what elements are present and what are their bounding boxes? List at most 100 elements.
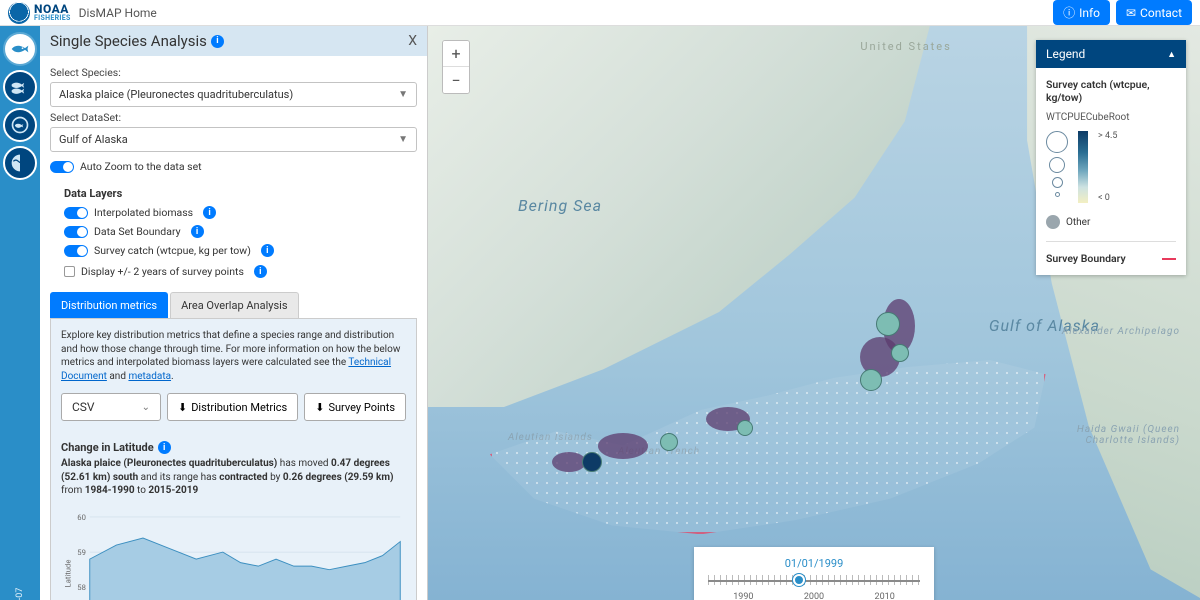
legend: Legend ▲ Survey catch (wtcpue, kg/tow) W… <box>1036 40 1186 275</box>
chevron-down-icon: ▼ <box>398 89 408 100</box>
layer-survey-label: Survey catch (wtcpue, kg per tow) <box>94 244 251 257</box>
layer-interpolated-toggle[interactable] <box>64 207 88 219</box>
chart-description: Alaska plaice (Pleuronectes quadrituberc… <box>61 457 406 498</box>
tabs: Distribution metrics Area Overlap Analys… <box>50 292 417 319</box>
legend-subtitle: Survey catch (wtcpue, kg/tow) <box>1046 78 1176 104</box>
legend-field: WTCPUECubeRoot <box>1046 112 1176 123</box>
zoom-out-button[interactable]: − <box>443 67 469 93</box>
species-select[interactable]: Alaska plaice (Pleuronectes quadrituberc… <box>50 82 417 107</box>
dataset-label: Select DataSet: <box>50 111 417 124</box>
time-slider: 01/01/1999 1990 2000 2010 01/01/1984 ◁ ▷… <box>694 547 934 600</box>
rail-community[interactable] <box>3 108 37 142</box>
catch-bubble <box>891 344 909 362</box>
info-icon[interactable]: i <box>158 441 171 454</box>
triangle-up-icon: ▲ <box>1167 49 1176 60</box>
tab-distribution-metrics[interactable]: Distribution metrics <box>50 292 168 318</box>
dataset-select[interactable]: Gulf of Alaska ▼ <box>50 127 417 152</box>
metadata-link[interactable]: metadata <box>128 371 171 382</box>
info-circle-icon: ⓘ <box>1063 4 1075 21</box>
info-icon[interactable]: i <box>211 35 224 48</box>
panel-close-button[interactable]: X <box>408 33 417 49</box>
svg-text:60: 60 <box>77 512 86 521</box>
time-tick: 2010 <box>875 592 895 600</box>
map-landmass <box>428 26 930 407</box>
catch-bubble <box>737 420 753 436</box>
legend-ramp-hi: > 4.5 <box>1098 131 1117 141</box>
legend-boundary-swatch <box>1162 258 1176 260</box>
species-label: Select Species: <box>50 66 417 79</box>
globe-fish-icon <box>10 115 30 135</box>
legend-bubble-med <box>1049 157 1065 173</box>
legend-header[interactable]: Legend ▲ <box>1036 40 1186 68</box>
info-button[interactable]: ⓘInfo <box>1053 0 1110 25</box>
envelope-icon: ✉ <box>1126 6 1136 20</box>
panel-header: Single Species Analysis i X <box>40 26 427 56</box>
layer-boundary-toggle[interactable] <box>64 226 88 238</box>
autozoom-toggle[interactable] <box>50 161 74 173</box>
display-pm-label: Display +/- 2 years of survey points <box>81 265 244 278</box>
svg-text:58: 58 <box>77 583 86 592</box>
biomass-blob <box>598 433 648 459</box>
info-icon[interactable]: i <box>254 265 267 278</box>
contact-button[interactable]: ✉Contact <box>1116 0 1192 25</box>
svg-text:Latitude: Latitude <box>64 559 73 587</box>
rail-trends[interactable] <box>3 146 37 180</box>
species-value: Alaska plaice (Pleuronectes quadrituberc… <box>59 88 293 101</box>
download-distribution-button[interactable]: ⬇Distribution Metrics <box>167 393 298 421</box>
side-panel: Single Species Analysis i X Select Speci… <box>40 26 428 600</box>
svg-text:59: 59 <box>77 547 86 556</box>
download-survey-button[interactable]: ⬇Survey Points <box>304 393 406 421</box>
panel-title: Single Species Analysis <box>50 32 207 50</box>
brand-bottom: FISHERIES <box>34 15 71 21</box>
survey-boundary-overlay <box>490 356 1046 534</box>
legend-color-ramp <box>1078 131 1088 203</box>
rail-multi-species[interactable] <box>3 70 37 104</box>
wave-half-icon <box>10 153 30 173</box>
chevron-down-icon: ⌄ <box>142 402 150 413</box>
catch-bubble <box>876 312 900 336</box>
layer-interpolated-label: Interpolated biomass <box>94 206 193 219</box>
metrics-blurb: Explore key distribution metrics that de… <box>61 329 406 383</box>
top-bar: NOAA FISHERIES DisMAP Home ⓘInfo ✉Contac… <box>0 0 1200 26</box>
time-track[interactable] <box>708 574 920 586</box>
legend-other-swatch <box>1046 215 1060 229</box>
rail-single-species[interactable] <box>3 32 37 66</box>
map[interactable]: United States Bering Sea Gulf of Alaska … <box>428 26 1200 600</box>
autozoom-label: Auto Zoom to the data set <box>80 160 202 173</box>
data-modified-label: Data last modified: 2022-03-07 <box>15 587 25 600</box>
analysis-rail: Data last modified: 2022-03-07 <box>0 26 40 600</box>
fish-icon <box>10 39 30 59</box>
download-icon: ⬇ <box>178 401 187 414</box>
noaa-logo-icon <box>8 2 30 24</box>
legend-boundary: Survey Boundary <box>1046 241 1176 265</box>
info-icon[interactable]: i <box>203 206 216 219</box>
info-icon[interactable]: i <box>261 244 274 257</box>
latitude-chart[interactable]: 57585960Latitude 1999 <box>61 506 406 600</box>
time-current-date: 01/01/1999 <box>708 557 920 570</box>
download-icon: ⬇ <box>315 401 324 414</box>
legend-bubble-tiny <box>1055 192 1060 197</box>
download-format-select[interactable]: CSV ⌄ <box>61 393 161 421</box>
time-thumb[interactable] <box>793 574 805 586</box>
home-link[interactable]: DisMAP Home <box>79 6 157 20</box>
time-tick: 2000 <box>804 592 824 600</box>
biomass-blob <box>552 452 586 472</box>
display-pm-checkbox[interactable] <box>64 266 75 277</box>
zoom-in-button[interactable]: + <box>443 41 469 67</box>
legend-bubble-small <box>1052 177 1063 188</box>
dataset-value: Gulf of Alaska <box>59 133 128 146</box>
tab-area-overlap[interactable]: Area Overlap Analysis <box>170 292 298 318</box>
legend-bubble-large <box>1046 131 1068 153</box>
tab-content: Explore key distribution metrics that de… <box>50 319 417 600</box>
catch-bubble <box>660 433 678 451</box>
chevron-down-icon: ▼ <box>398 134 408 145</box>
brand[interactable]: NOAA FISHERIES <box>8 2 71 24</box>
map-zoom-controls: + − <box>442 40 470 94</box>
layer-boundary-label: Data Set Boundary <box>94 225 181 238</box>
fish-stack-icon <box>10 77 30 97</box>
chart-title: Change in Latitude i <box>61 441 171 454</box>
layer-survey-toggle[interactable] <box>64 245 88 257</box>
legend-ramp-lo: < 0 <box>1098 193 1117 203</box>
data-layers-title: Data Layers <box>64 187 417 200</box>
info-icon[interactable]: i <box>191 225 204 238</box>
